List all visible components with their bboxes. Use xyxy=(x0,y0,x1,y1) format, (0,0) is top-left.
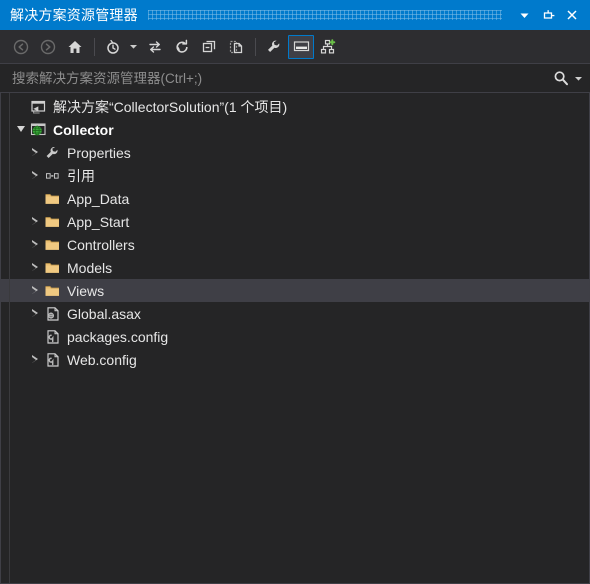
tree-item-label: packages.config xyxy=(67,328,169,345)
config-file-icon xyxy=(43,329,61,345)
solution-explorer-toolbar xyxy=(0,30,590,64)
tree-item-label: App_Start xyxy=(67,213,130,230)
search-options-dropdown-icon[interactable] xyxy=(572,67,584,89)
home-button[interactable] xyxy=(62,35,88,59)
refresh-button[interactable] xyxy=(169,35,195,59)
references-icon xyxy=(43,168,61,184)
tree-item-label: Web.config xyxy=(67,351,137,368)
search-input[interactable] xyxy=(12,70,550,86)
chevron-right-icon[interactable] xyxy=(27,141,43,164)
wrench-icon xyxy=(43,145,61,161)
tree-item-label: 解决方案“CollectorSolution”(1 个项目) xyxy=(53,98,288,115)
folder-models[interactable]: Models xyxy=(1,256,589,279)
solution-tree: ◀ 解决方案“CollectorSolution”(1 个项目) Collector… xyxy=(1,93,589,371)
folder-icon xyxy=(43,214,61,230)
tree-indent-guide xyxy=(9,93,10,583)
preview-selected-items-button[interactable] xyxy=(288,34,314,59)
chevron-down-icon[interactable] xyxy=(13,118,29,141)
chevron-right-icon[interactable] xyxy=(27,348,43,371)
tree-item-label: Models xyxy=(67,259,113,276)
tree-item-label: Global.asax xyxy=(67,305,141,322)
back-button[interactable] xyxy=(8,35,34,59)
folder-controllers[interactable]: Controllers xyxy=(1,233,589,256)
tree-item-label: Properties xyxy=(67,144,131,161)
window-title-bar: 解决方案资源管理器 xyxy=(0,0,590,30)
close-icon[interactable] xyxy=(560,3,584,27)
expander-placeholder xyxy=(27,325,43,348)
collapse-all-button[interactable] xyxy=(196,35,222,59)
tree-item-label: Collector xyxy=(53,121,114,138)
window-menu-dropdown-icon[interactable] xyxy=(512,3,536,27)
folder-views[interactable]: Views xyxy=(1,279,589,302)
auto-hide-pin-icon[interactable] xyxy=(536,3,560,27)
tree-item-label: Views xyxy=(67,282,105,299)
pending-changes-button[interactable] xyxy=(100,35,126,59)
folder-icon xyxy=(43,191,61,207)
folder-icon xyxy=(43,283,61,299)
chevron-right-icon[interactable] xyxy=(27,279,43,302)
solution-icon: ◀ xyxy=(29,99,47,115)
show-all-files-button[interactable] xyxy=(223,35,249,59)
forward-button[interactable] xyxy=(35,35,61,59)
expander-placeholder xyxy=(27,187,43,210)
project-collector[interactable]: Collector xyxy=(1,118,589,141)
chevron-right-icon[interactable] xyxy=(27,164,43,187)
expander-placeholder xyxy=(13,95,29,118)
file-web-config[interactable]: Web.config xyxy=(1,348,589,371)
search-icon[interactable] xyxy=(550,67,572,89)
tree-item-label: Controllers xyxy=(67,236,135,253)
tree-item-label: App_Data xyxy=(67,190,130,207)
folder-app-start[interactable]: App_Start xyxy=(1,210,589,233)
solution-explorer-window: 解决方案资源管理器 搜索解决方案资源管理器(Ctrl+;) ◀ 解决方案“Col… xyxy=(0,0,590,584)
chevron-right-icon[interactable] xyxy=(27,210,43,233)
search-bar xyxy=(0,64,590,93)
solution-tree-panel[interactable]: ◀ 解决方案“CollectorSolution”(1 个项目) Collector… xyxy=(0,93,590,584)
chevron-right-icon[interactable] xyxy=(27,256,43,279)
toolbar-separator xyxy=(94,37,95,56)
folder-icon xyxy=(43,260,61,276)
pending-changes-dropdown-icon[interactable] xyxy=(127,35,139,59)
node-properties[interactable]: Properties xyxy=(1,141,589,164)
file-packages-config[interactable]: packages.config xyxy=(1,325,589,348)
tree-item-label: 引用 xyxy=(67,167,95,184)
web-project-icon xyxy=(29,122,47,138)
title-bar-grip xyxy=(147,10,502,20)
config-file-icon xyxy=(43,352,61,368)
folder-icon xyxy=(43,237,61,253)
properties-button[interactable] xyxy=(261,35,287,59)
chevron-right-icon[interactable] xyxy=(27,302,43,325)
window-title: 解决方案资源管理器 xyxy=(10,7,138,23)
chevron-right-icon[interactable] xyxy=(27,233,43,256)
asax-file-icon xyxy=(43,306,61,322)
file-global-asax[interactable]: Global.asax xyxy=(1,302,589,325)
folder-app-data[interactable]: App_Data xyxy=(1,187,589,210)
sync-with-active-document-button[interactable] xyxy=(142,35,168,59)
code-map-icon[interactable] xyxy=(315,35,341,59)
solution-node[interactable]: ◀ 解决方案“CollectorSolution”(1 个项目) xyxy=(1,95,589,118)
node-references[interactable]: 引用 xyxy=(1,164,589,187)
svg-text:◀: ◀ xyxy=(33,105,38,112)
toolbar-separator-2 xyxy=(255,37,256,56)
